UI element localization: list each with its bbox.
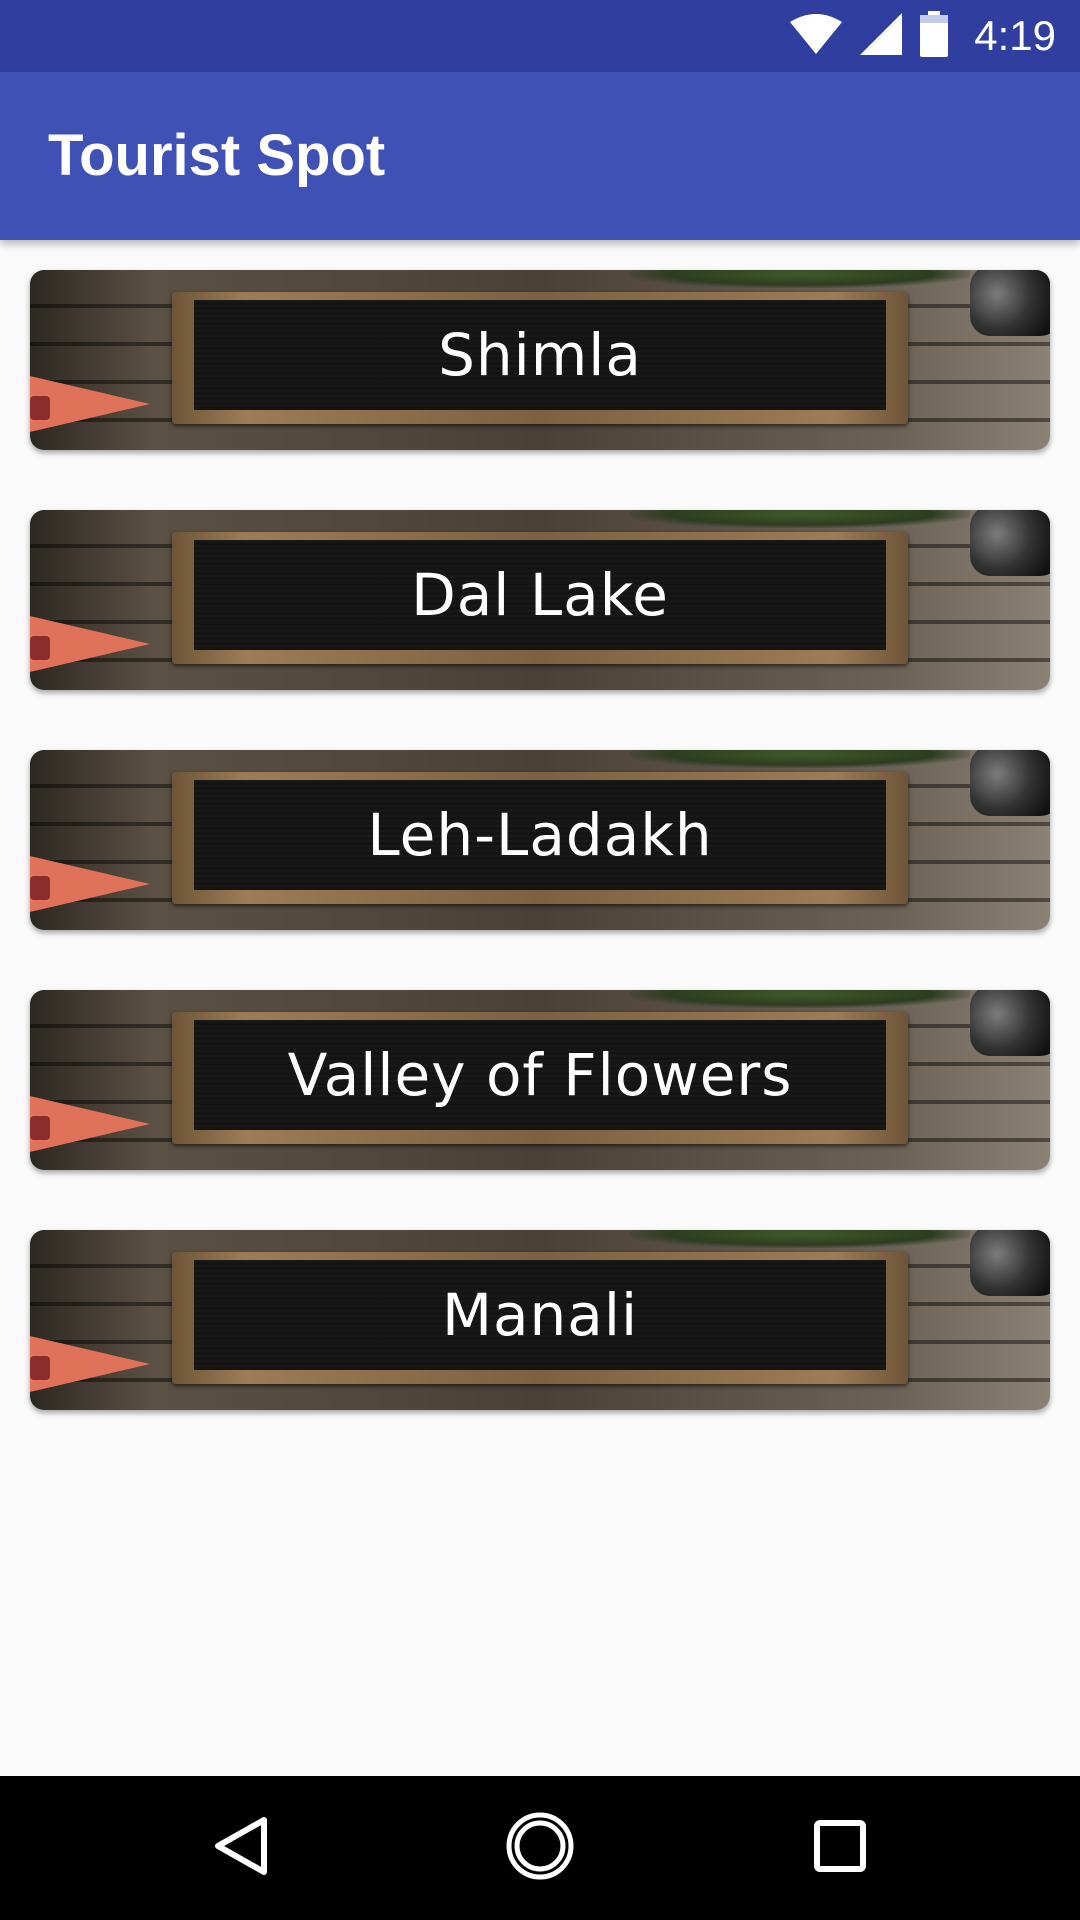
pencil-tip-decoration	[30, 396, 50, 420]
leaf-decoration	[630, 270, 970, 288]
pencil-tip-decoration	[30, 876, 50, 900]
leaf-decoration	[630, 510, 970, 528]
chalkboard-frame: Valley of Flowers	[172, 1012, 908, 1144]
spot-name: Shimla	[438, 321, 642, 389]
spot-name: Manali	[441, 1281, 639, 1349]
spot-name: Leh-Ladakh	[367, 801, 713, 869]
home-icon	[505, 1811, 575, 1885]
clip-decoration	[970, 990, 1050, 1056]
navigation-bar	[0, 1776, 1080, 1920]
chalkboard-frame: Dal Lake	[172, 532, 908, 664]
back-icon	[212, 1816, 268, 1880]
app-bar: Tourist Spot	[0, 72, 1080, 240]
chalkboard: Leh-Ladakh	[194, 780, 886, 890]
pencil-tip-decoration	[30, 1356, 50, 1380]
spot-list: Shimla Dal Lake Leh-Ladakh Valley of Flo…	[30, 270, 1050, 1470]
spot-card-valley-of-flowers[interactable]: Valley of Flowers	[30, 990, 1050, 1170]
signal-icon	[860, 13, 903, 59]
leaf-decoration	[630, 1230, 970, 1248]
recents-icon	[814, 1820, 866, 1876]
spot-card-manali[interactable]: Manali	[30, 1230, 1050, 1410]
back-button[interactable]	[160, 1776, 320, 1920]
chalkboard-frame: Shimla	[172, 292, 908, 424]
status-icons: 4:19	[790, 0, 1056, 72]
clip-decoration	[970, 1230, 1050, 1296]
recents-button[interactable]	[760, 1776, 920, 1920]
chalkboard: Manali	[194, 1260, 886, 1370]
app-title: Tourist Spot	[48, 123, 386, 188]
spot-card-leh-ladakh[interactable]: Leh-Ladakh	[30, 750, 1050, 930]
battery-icon	[920, 11, 949, 61]
leaf-decoration	[630, 750, 970, 768]
chalkboard: Valley of Flowers	[194, 1020, 886, 1130]
pencil-tip-decoration	[30, 636, 50, 660]
chalkboard-frame: Leh-Ladakh	[172, 772, 908, 904]
leaf-decoration	[630, 990, 970, 1008]
clip-decoration	[970, 510, 1050, 576]
status-bar: 4:19	[0, 0, 1080, 72]
chalkboard-frame: Manali	[172, 1252, 908, 1384]
spot-card-dal-lake[interactable]: Dal Lake	[30, 510, 1050, 690]
spot-name: Valley of Flowers	[287, 1041, 793, 1109]
home-button[interactable]	[460, 1776, 620, 1920]
pencil-tip-decoration	[30, 1116, 50, 1140]
wifi-icon	[790, 14, 843, 58]
clip-decoration	[970, 750, 1050, 816]
chalkboard: Dal Lake	[194, 540, 886, 650]
chalkboard: Shimla	[194, 300, 886, 410]
status-time: 4:19	[974, 12, 1056, 59]
spot-card-shimla[interactable]: Shimla	[30, 270, 1050, 450]
spot-name: Dal Lake	[411, 561, 669, 629]
clip-decoration	[970, 270, 1050, 336]
